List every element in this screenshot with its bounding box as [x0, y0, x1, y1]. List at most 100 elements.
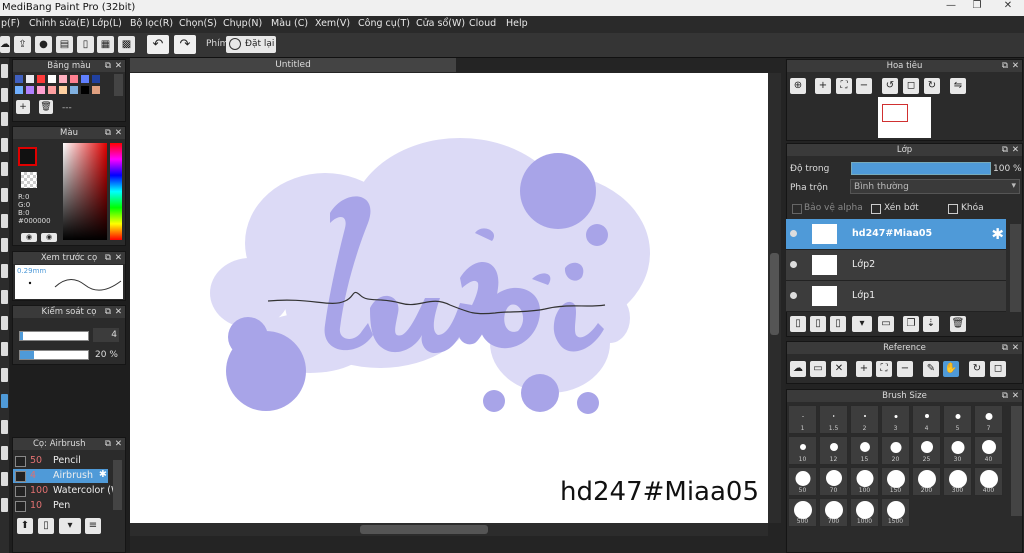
fill-tool-icon[interactable]: [1, 112, 8, 126]
brush-size-option[interactable]: 30: [943, 436, 972, 465]
new-layer-icon[interactable]: ▯: [790, 316, 806, 332]
brush-size-option[interactable]: 100: [850, 467, 879, 496]
dot-tool-icon[interactable]: [1, 342, 8, 356]
brush-item[interactable]: 10 Pen: [13, 499, 108, 513]
brush-size-option[interactable]: 1000: [850, 498, 879, 527]
brush-size-option[interactable]: 3: [881, 405, 910, 434]
rotate-icon[interactable]: ↻: [969, 361, 985, 377]
brush-add-icon[interactable]: ⬆: [17, 518, 33, 534]
protect-alpha-checkbox[interactable]: [792, 204, 802, 214]
brush-settings-icon[interactable]: ≡: [85, 518, 101, 534]
menu-color[interactable]: Màu (C): [271, 18, 308, 29]
brush-checkbox[interactable]: [15, 456, 26, 467]
brush-size-value[interactable]: 4: [93, 328, 119, 342]
brush-page-icon[interactable]: ▯: [38, 518, 54, 534]
restore-button[interactable]: ❐: [964, 0, 990, 14]
gear-icon[interactable]: ✱: [991, 225, 1004, 243]
clipping-checkbox[interactable]: [871, 204, 881, 214]
close-icon[interactable]: ✕: [115, 438, 122, 450]
brush-item[interactable]: 100 Watercolor (W: [13, 484, 120, 498]
brush-size-option[interactable]: 20: [881, 436, 910, 465]
canvas-tab[interactable]: Untitled: [130, 58, 456, 72]
delete-layer-icon[interactable]: 🗑: [950, 316, 966, 332]
palette-add-icon[interactable]: +: [16, 100, 30, 114]
color-swatch[interactable]: [59, 86, 67, 94]
reset-view-icon[interactable]: ◻: [903, 78, 919, 94]
close-icon[interactable]: ✕: [115, 60, 122, 72]
brush-size-option[interactable]: 150: [881, 467, 910, 496]
brush-size-option[interactable]: 200: [912, 467, 941, 496]
layers-scroll[interactable]: [1010, 224, 1021, 312]
color-swatch[interactable]: [70, 75, 78, 83]
menu-filter[interactable]: Bộ lọc(R): [130, 18, 173, 29]
minimize-button[interactable]: —: [938, 0, 964, 14]
hand-grab-icon[interactable]: [1, 498, 8, 512]
color-swatch[interactable]: [37, 75, 45, 83]
eye-icon[interactable]: [790, 230, 797, 237]
layer-row[interactable]: hd247#Miaa05 ✱: [786, 219, 1006, 250]
vertical-scroll-thumb[interactable]: [770, 253, 779, 335]
brush-size-scroll[interactable]: [1011, 406, 1022, 516]
close-icon[interactable]: ✕: [1012, 144, 1019, 156]
color-swatch[interactable]: [37, 86, 45, 94]
trash-icon[interactable]: 🗑: [39, 100, 53, 114]
fit-window-icon[interactable]: ⛶: [836, 78, 852, 94]
brush-checkbox[interactable]: [15, 486, 26, 497]
menu-capture[interactable]: Chụp(N): [223, 18, 262, 29]
color-mode-icon[interactable]: ◉: [21, 233, 37, 242]
operation-tool-icon[interactable]: [1, 472, 8, 486]
brush-size-option[interactable]: 7: [974, 405, 1003, 434]
folder-icon[interactable]: ▭: [878, 316, 894, 332]
new-layer-1bit-icon[interactable]: ▯: [830, 316, 846, 332]
zoom-fit-icon[interactable]: ⊕: [790, 78, 806, 94]
eyedropper-tool-icon[interactable]: [1, 368, 8, 382]
color-swatch[interactable]: [70, 86, 78, 94]
undo-icon[interactable]: ↶: [147, 35, 169, 54]
menu-window[interactable]: Cửa sổ(W): [416, 18, 465, 29]
brush-size-slider[interactable]: [19, 331, 89, 341]
palette-scroll[interactable]: [114, 74, 123, 96]
menu-help[interactable]: Help: [506, 18, 528, 29]
brush-list-scroll[interactable]: [113, 460, 122, 510]
canvas-vertical-scrollbar[interactable]: [768, 73, 781, 523]
popout-icon[interactable]: ⧉: [1002, 144, 1008, 156]
brush-size-option[interactable]: 70: [819, 467, 848, 496]
popout-icon[interactable]: ⧉: [105, 306, 111, 318]
popout-icon[interactable]: ⧉: [105, 252, 111, 264]
close-icon[interactable]: ✕: [115, 306, 122, 318]
cloud-icon[interactable]: ☁: [790, 361, 806, 377]
merge-layer-icon[interactable]: ⇣: [923, 316, 939, 332]
add-layer-menu-icon[interactable]: ▾: [852, 316, 872, 332]
color-swatch[interactable]: [92, 86, 100, 94]
color-swatch[interactable]: [92, 75, 100, 83]
brush-size-option[interactable]: 40: [974, 436, 1003, 465]
popout-icon[interactable]: ⧉: [105, 127, 111, 139]
eye-icon[interactable]: [790, 292, 797, 299]
hand-icon[interactable]: ✋: [943, 361, 959, 377]
rotate-left-icon[interactable]: ↺: [882, 78, 898, 94]
color-swatch[interactable]: [81, 75, 89, 83]
brush-checkbox[interactable]: [15, 501, 26, 512]
smudge-tool-icon[interactable]: [1, 446, 8, 460]
flip-icon[interactable]: ⇋: [950, 78, 966, 94]
brush-opacity-slider[interactable]: [19, 350, 89, 360]
select-tool-icon[interactable]: [1, 214, 8, 228]
close-reference-icon[interactable]: ✕: [831, 361, 847, 377]
color-swatch[interactable]: [81, 86, 89, 94]
color-swatch[interactable]: [15, 86, 23, 94]
brush-size-option[interactable]: 2: [850, 405, 879, 434]
primary-color-swatch[interactable]: [18, 147, 37, 166]
menu-file[interactable]: p(F): [1, 18, 20, 29]
brush-item[interactable]: 4 Airbrush ✱: [13, 469, 108, 483]
layer-opacity-slider[interactable]: [851, 162, 991, 175]
color-swatch[interactable]: [26, 75, 34, 83]
color-swatch[interactable]: [48, 86, 56, 94]
color-swatch[interactable]: [26, 86, 34, 94]
move-tool-icon[interactable]: [1, 162, 8, 176]
brush-size-option[interactable]: 4: [912, 405, 941, 434]
popout-icon[interactable]: ⧉: [1002, 60, 1008, 72]
navigator-viewport[interactable]: [882, 104, 908, 122]
share-icon[interactable]: ⇪: [14, 36, 31, 53]
brush-tool-icon[interactable]: [1, 138, 8, 152]
close-icon[interactable]: ✕: [115, 252, 122, 264]
